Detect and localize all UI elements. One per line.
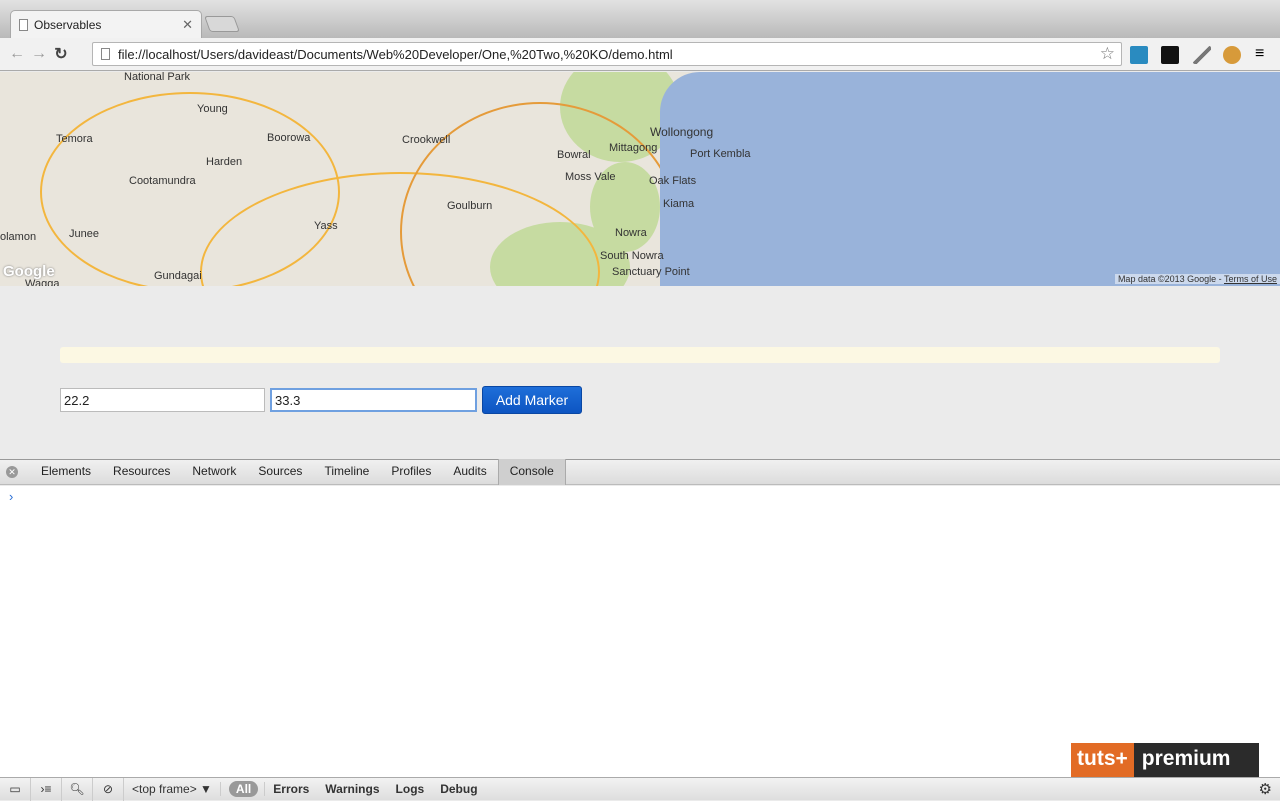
- map-label: Kiama: [663, 198, 695, 210]
- tab-sources[interactable]: Sources: [247, 459, 313, 485]
- map-label: Young: [197, 103, 228, 115]
- map-label: olamon: [0, 231, 37, 243]
- message-bar: [60, 347, 1220, 363]
- map-label: South Nowra: [600, 250, 664, 262]
- console-panel[interactable]: ›: [0, 486, 1280, 777]
- devtools-tabbar: ✕ Elements Resources Network Sources Tim…: [0, 459, 1280, 485]
- close-tab-icon[interactable]: ✕: [182, 17, 193, 33]
- tab-timeline[interactable]: Timeline: [313, 459, 380, 485]
- map-label: Port Kembla: [690, 148, 751, 160]
- forward-button[interactable]: →: [28, 45, 50, 63]
- new-tab-button[interactable]: [204, 16, 240, 32]
- attribution-text: Map data ©2013 Google -: [1117, 274, 1224, 284]
- tab-title: Observables: [34, 17, 102, 32]
- map-label: Sanctuary Point: [612, 266, 690, 278]
- filter-logs[interactable]: Logs: [388, 782, 433, 796]
- map-label: Harden: [206, 156, 243, 168]
- dock-icon[interactable]: ▭: [0, 777, 31, 801]
- title-bar: Observables ✕: [0, 0, 1280, 38]
- map-label: National Park: [124, 72, 191, 83]
- cookie-extension-icon[interactable]: [1223, 46, 1241, 64]
- tab-observables[interactable]: Observables ✕: [10, 10, 202, 38]
- frame-selector[interactable]: <top frame> ▼: [124, 782, 221, 796]
- google-logo: Google: [3, 263, 55, 280]
- search-icon[interactable]: 🔍︎: [62, 777, 93, 801]
- console-prompt[interactable]: ›: [9, 489, 13, 504]
- tab-console[interactable]: Console: [497, 459, 566, 485]
- filter-debug[interactable]: Debug: [432, 782, 485, 796]
- map-label: Oak Flats: [649, 175, 697, 187]
- close-devtools-icon[interactable]: ✕: [6, 466, 18, 478]
- map-label: Nowra: [615, 227, 647, 239]
- map-label: Moss Vale: [565, 171, 616, 183]
- tab-resources[interactable]: Resources: [102, 459, 181, 485]
- filter-all[interactable]: All: [228, 781, 259, 797]
- sea: [660, 72, 1280, 286]
- browser-toolbar: ← → ↻ file://localhost/Users/davideast/D…: [0, 38, 1280, 71]
- devtools-statusbar: ▭ ›≡ 🔍︎ ⊘ <top frame> ▼ All Errors Warni…: [0, 777, 1280, 801]
- map-label: Bowral: [557, 149, 591, 161]
- terminal-extension-icon[interactable]: [1161, 46, 1179, 64]
- brand-right: premium: [1141, 747, 1231, 770]
- map-label: Goulburn: [447, 200, 493, 212]
- filter-errors[interactable]: Errors: [264, 782, 317, 796]
- map-label: Mittagong: [609, 142, 658, 154]
- back-button[interactable]: ←: [6, 45, 28, 63]
- map[interactable]: National Park Young Boorowa Crookwell Te…: [0, 72, 1280, 286]
- settings-gear-icon[interactable]: ⚙: [1259, 780, 1272, 798]
- bookmark-star-icon[interactable]: ☆: [1100, 44, 1115, 64]
- document-icon: [19, 18, 28, 31]
- map-attribution: Map data ©2013 Google - Terms of Use: [1114, 274, 1280, 284]
- terms-of-use-link[interactable]: Terms of Use: [1224, 274, 1277, 284]
- tuts-premium-watermark: tuts+ premium: [1071, 743, 1259, 779]
- map-label: Cootamundra: [129, 175, 196, 187]
- tab-profiles[interactable]: Profiles: [380, 459, 442, 485]
- map-label: Boorowa: [267, 132, 311, 144]
- eyedropper-extension-icon[interactable]: [1193, 46, 1211, 64]
- brand-left: tuts+: [1071, 743, 1134, 779]
- tab-audits[interactable]: Audits: [442, 459, 497, 485]
- address-bar[interactable]: file://localhost/Users/davideast/Documen…: [92, 42, 1122, 66]
- reload-button[interactable]: ↻: [50, 44, 72, 64]
- latitude-input[interactable]: [60, 388, 265, 412]
- css-extension-icon[interactable]: [1130, 46, 1148, 64]
- show-drawer-icon[interactable]: ›≡: [31, 777, 62, 801]
- longitude-input[interactable]: [270, 388, 477, 412]
- tab-elements[interactable]: Elements: [30, 459, 102, 485]
- add-marker-button[interactable]: Add Marker: [482, 386, 582, 414]
- menu-icon[interactable]: ≡: [1255, 45, 1264, 63]
- map-label: Crookwell: [402, 134, 451, 146]
- page-icon: [101, 48, 110, 60]
- map-label: Wollongong: [650, 125, 714, 139]
- map-label: Junee: [69, 228, 99, 240]
- tab-network[interactable]: Network: [181, 459, 247, 485]
- map-label: Yass: [314, 220, 338, 232]
- map-label: Gundagai: [154, 270, 202, 282]
- clear-console-icon[interactable]: ⊘: [93, 777, 124, 801]
- url-text: file://localhost/Users/davideast/Documen…: [118, 46, 673, 62]
- filter-warnings[interactable]: Warnings: [317, 782, 387, 796]
- map-label: Temora: [56, 133, 93, 145]
